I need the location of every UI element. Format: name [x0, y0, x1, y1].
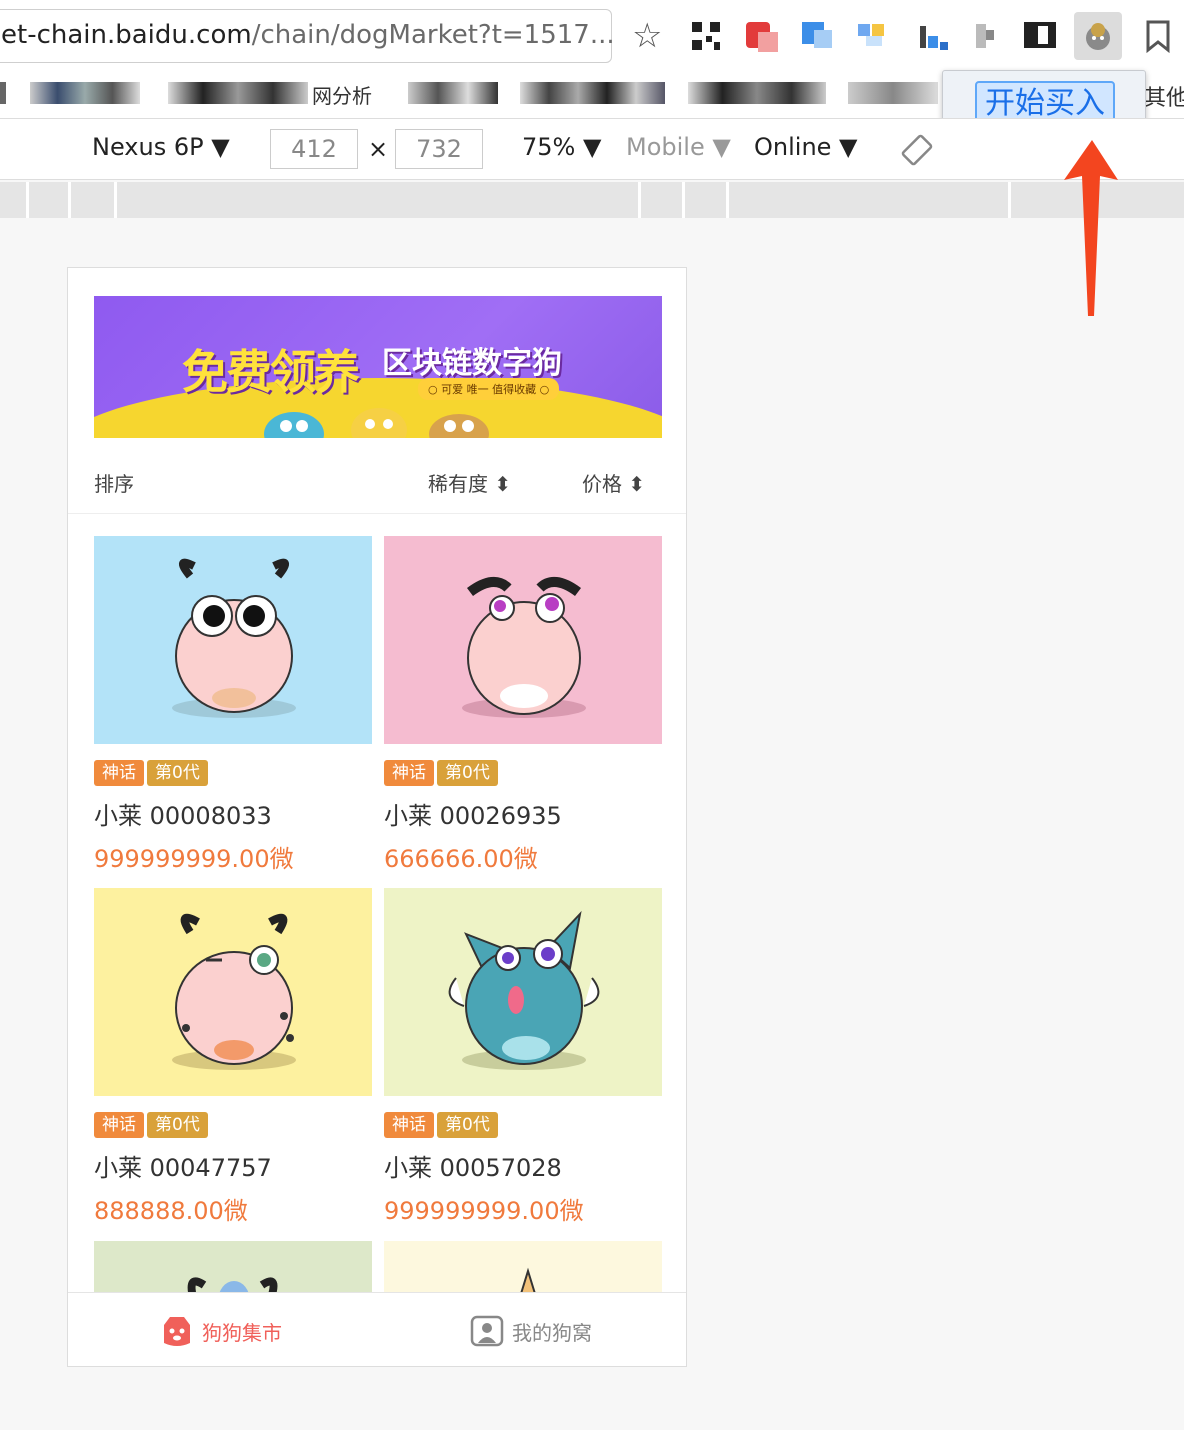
rarity-tag: 神话	[94, 760, 144, 786]
tab-label: 狗狗集市	[202, 1320, 282, 1345]
bookmark-item[interactable]	[408, 82, 498, 104]
yellow-dog-icon	[351, 408, 407, 438]
qr-code-icon[interactable]	[688, 18, 724, 54]
width-input[interactable]: 412	[270, 129, 358, 169]
bookmark-item[interactable]	[168, 82, 308, 104]
red-extension-icon[interactable]	[744, 18, 780, 54]
gray-extension-icon[interactable]	[972, 18, 1008, 54]
user-profile-icon	[470, 1315, 504, 1347]
bookmark-icon[interactable]	[1140, 18, 1176, 54]
blue-dog-icon	[264, 412, 324, 438]
dog-price: 888888.00微	[94, 1197, 248, 1225]
sort-by-rarity[interactable]: 稀有度 ⬍	[428, 468, 511, 497]
teal-winged-dog-icon	[448, 910, 600, 1070]
pink-dog-icon	[172, 558, 296, 718]
mobile-viewport: 免费领养 区块链数字狗 ○ 可爱 唯一 值得收藏 ○ 排序 稀有度 ⬍ 价格 ⬍…	[67, 267, 687, 1367]
dog-price: 999999999.00微	[384, 1197, 584, 1225]
dog-name: 小莱 00026935	[384, 802, 562, 830]
generation-tag: 第0代	[147, 1112, 208, 1138]
dog-avatar-icon	[1086, 23, 1110, 50]
spotted-dog-icon	[172, 913, 296, 1070]
bookmark-item[interactable]: 网分析	[312, 80, 392, 108]
dog-image	[94, 536, 372, 744]
network-throttle-select[interactable]: Mobile ▼	[626, 133, 731, 161]
promo-banner[interactable]: 免费领养 区块链数字狗 ○ 可爱 唯一 值得收藏 ○	[94, 296, 662, 438]
dog-name: 小莱 00047757	[94, 1154, 272, 1182]
dark-extension-icon[interactable]	[1022, 18, 1058, 54]
banner-subtitle-title: 区块链数字狗	[382, 346, 562, 381]
generation-tag: 第0代	[437, 760, 498, 786]
height-input[interactable]: 732	[395, 129, 483, 169]
dimension-separator: ×	[368, 135, 389, 163]
dog-image	[384, 888, 662, 1096]
dog-card[interactable]: 神话 第0代 小莱 00008033 999999999.00微	[94, 536, 372, 874]
address-bar[interactable]: et-chain.baidu.com/chain/dogMarket?t=151…	[0, 9, 615, 63]
device-select[interactable]: Nexus 6P ▼	[92, 133, 230, 161]
bookmark-item[interactable]	[688, 82, 826, 104]
rotate-icon[interactable]	[900, 133, 934, 167]
dog-card[interactable]: 神话 第0代 小莱 00057028 999999999.00微	[384, 888, 662, 1226]
blue-extension-icon[interactable]	[800, 18, 836, 54]
bookmark-item[interactable]	[520, 82, 665, 104]
bookmark-item[interactable]	[848, 82, 938, 104]
chart-extension-icon[interactable]	[916, 18, 952, 54]
tab-my-kennel[interactable]: 我的狗窝	[470, 1315, 592, 1347]
tab-label: 我的狗窝	[512, 1320, 592, 1345]
banner-tagline: ○ 可爱 唯一 值得收藏 ○	[418, 378, 560, 400]
dog-image	[94, 888, 372, 1096]
dog-name: 小莱 00008033	[94, 802, 272, 830]
address-text: et-chain.baidu.com/chain/dogMarket?t=151…	[1, 20, 615, 50]
bottom-tab-bar: 狗狗集市 我的狗窝	[68, 1292, 686, 1366]
generation-tag: 第0代	[437, 1112, 498, 1138]
media-query-ruler	[0, 182, 1184, 218]
bookmark-item[interactable]	[30, 82, 140, 104]
colorful-extension-icon[interactable]	[856, 18, 892, 54]
dog-name: 小莱 00057028	[384, 1154, 562, 1182]
sort-label: 排序	[94, 472, 134, 496]
dog-extension-button[interactable]	[1074, 12, 1122, 60]
dog-card[interactable]: 神话 第0代 小莱 00047757 888888.00微	[94, 888, 372, 1226]
rarity-tag: 神话	[94, 1112, 144, 1138]
rarity-tag: 神话	[384, 760, 434, 786]
sort-bar: 排序 稀有度 ⬍ 价格 ⬍	[68, 464, 686, 514]
other-bookmarks[interactable]: 其他	[1144, 80, 1184, 111]
bookmark-star-icon[interactable]: ☆	[632, 16, 662, 56]
device-toolbar: Nexus 6P ▼ 412 × 732 75% ▼ Mobile ▼ Onli…	[0, 118, 1184, 180]
rarity-tag: 神话	[384, 1112, 434, 1138]
dog-price: 666666.00微	[384, 845, 538, 873]
dog-card[interactable]: 神话 第0代 小莱 00026935 666666.00微	[384, 536, 662, 874]
dog-image	[384, 536, 662, 744]
red-arrow-annotation	[1064, 140, 1118, 316]
dog-face-icon	[164, 1317, 190, 1346]
online-select[interactable]: Online ▼	[754, 133, 858, 161]
brown-dog-icon	[429, 414, 489, 438]
sort-by-price[interactable]: 价格 ⬍	[582, 468, 645, 497]
pink-dog-icon	[462, 577, 586, 718]
banner-title: 免费领养	[182, 345, 360, 399]
tab-dog-market[interactable]: 狗狗集市	[160, 1315, 282, 1347]
dog-price: 999999999.00微	[94, 845, 294, 873]
bookmark-item[interactable]	[0, 82, 6, 104]
zoom-select[interactable]: 75% ▼	[522, 133, 601, 161]
generation-tag: 第0代	[147, 760, 208, 786]
